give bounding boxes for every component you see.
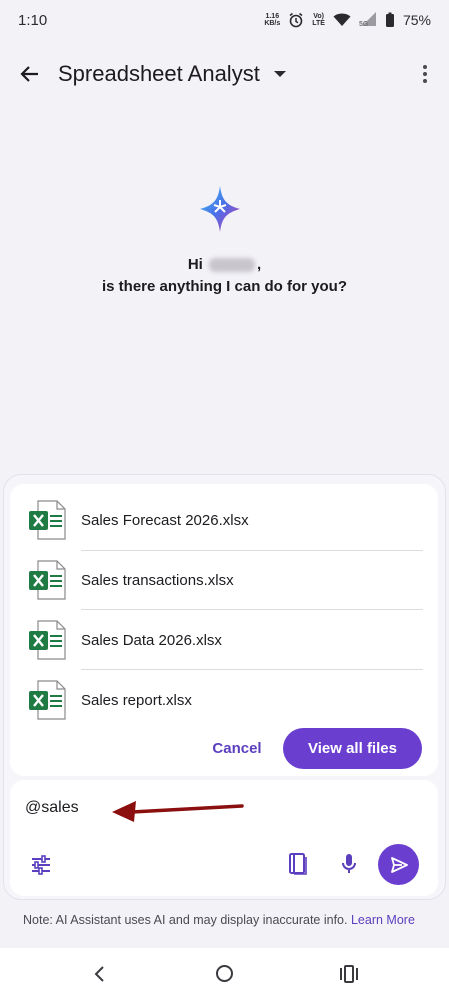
file-name: Sales transactions.xlsx [81,571,234,589]
cell-signal: 5G [359,12,377,28]
disclaimer-text: Note: AI Assistant uses AI and may displ… [23,913,348,927]
more-dot [423,65,427,69]
battery-icon [385,12,394,27]
excel-file-icon [29,500,66,540]
back-button[interactable] [14,58,46,90]
ai-assistant-logo-icon [200,186,240,232]
document-icon[interactable] [288,852,308,876]
greeting: Hi , is there anything I can do for you? [0,254,449,298]
network-label: 5G [358,21,369,28]
greeting-hi: Hi [187,256,203,273]
view-all-files-button[interactable]: View all files [283,728,422,769]
learn-more-link[interactable]: Learn More [351,913,415,927]
page-title[interactable]: Spreadsheet Analyst [58,61,260,87]
more-options-button[interactable] [417,62,433,86]
chevron-down-icon[interactable] [273,71,286,77]
excel-file-icon [29,680,66,720]
excel-file-icon [29,620,66,660]
arrow-left-icon [20,66,38,82]
net-speed-unit: KB/s [264,20,281,27]
greeting-line2: is there anything I can do for you? [101,278,348,295]
sliders-icon[interactable] [30,854,52,876]
battery-percent: 75% [402,12,431,28]
lte-label: LTE [312,20,325,27]
file-item[interactable]: Sales Forecast 2026.xlsx [10,490,438,550]
file-item[interactable]: Sales report.xlsx [10,670,438,730]
send-icon [390,856,408,873]
app-bar: Spreadsheet Analyst [0,48,449,100]
status-time: 1:10 [18,11,48,29]
net-speed: 1.16 KB/s [264,13,280,27]
microphone-icon[interactable] [339,852,359,876]
status-bar: 1:10 1.16 KB/s Vo) LTE 5G 75% [0,0,449,40]
nav-home-icon[interactable] [216,965,233,982]
file-name: Sales Data 2026.xlsx [81,631,222,649]
send-button[interactable] [378,844,419,885]
cancel-button[interactable]: Cancel [200,736,274,762]
status-icons: 1.16 KB/s Vo) LTE 5G 75% [264,12,431,28]
annotation-arrow [112,801,244,822]
net-speed-value: 1.16 [265,13,280,20]
volte-indicator: Vo) LTE [312,13,325,27]
blurred-user-name [209,258,255,273]
volte-label: Vo) [313,13,324,20]
file-name: Sales Forecast 2026.xlsx [81,511,249,529]
ai-disclaimer: Note: AI Assistant uses AI and may displ… [23,912,428,929]
nav-recents-icon[interactable] [339,965,359,983]
file-name: Sales report.xlsx [81,691,192,709]
excel-file-icon [29,560,66,600]
nav-back-icon[interactable] [92,965,108,983]
file-item[interactable]: Sales transactions.xlsx [10,550,438,610]
greeting-comma: , [257,256,262,273]
file-item[interactable]: Sales Data 2026.xlsx [10,610,438,670]
more-dot [423,72,427,76]
more-dot [423,79,427,83]
alarm-icon [289,12,303,28]
wifi-icon [333,13,351,26]
prompt-input[interactable]: @sales [25,799,79,817]
greeting-line1: Hi , [0,254,449,276]
